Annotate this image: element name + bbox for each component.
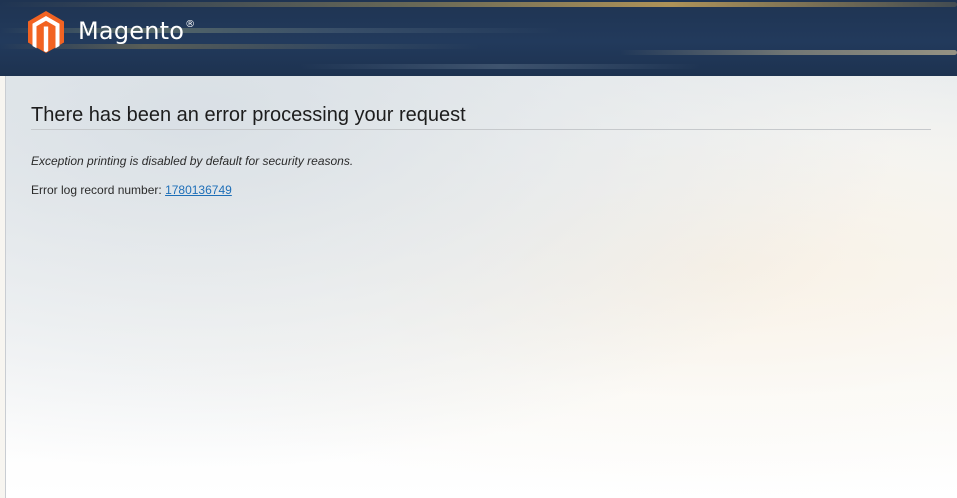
- header-decoration: [0, 2, 957, 7]
- header-decoration: [300, 64, 700, 69]
- page-header: Magento®: [0, 0, 957, 76]
- main-content: There has been an error processing your …: [5, 76, 957, 498]
- page-title: There has been an error processing your …: [31, 104, 931, 130]
- magento-hexagon-logo-icon: [28, 11, 64, 53]
- magento-logo[interactable]: Magento®: [26, 10, 195, 54]
- error-message: Exception printing is disabled by defaul…: [31, 154, 354, 168]
- brand-name: Magento®: [78, 17, 196, 45]
- header-decoration: [620, 50, 957, 55]
- error-log-number-link[interactable]: 1780136749: [165, 183, 232, 197]
- error-log-line: Error log record number: 1780136749: [31, 183, 931, 197]
- registered-mark: ®: [185, 19, 196, 30]
- error-panel: There has been an error processing your …: [31, 104, 931, 197]
- error-log-label: Error log record number:: [31, 183, 162, 197]
